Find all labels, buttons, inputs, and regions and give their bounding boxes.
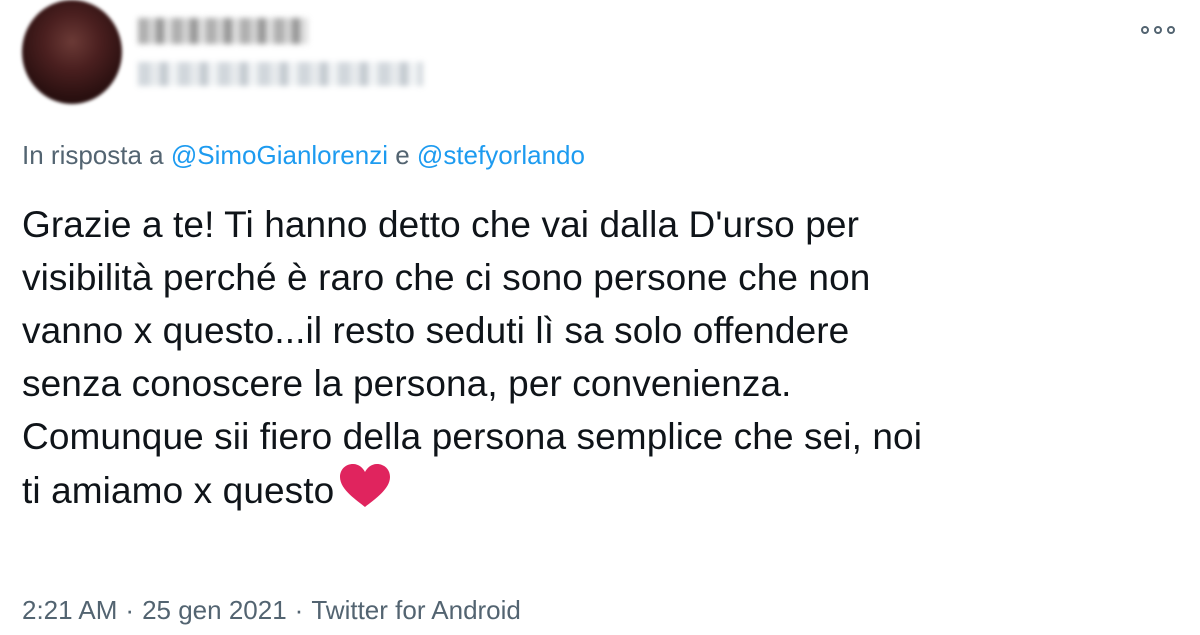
display-name-blurred[interactable] xyxy=(138,18,308,44)
tweet-time[interactable]: 2:21 AM xyxy=(22,595,117,625)
dot-icon xyxy=(1141,26,1149,34)
mention-link-2[interactable]: @stefyorlando xyxy=(417,140,585,170)
tweet-text: Grazie a te! Ti hanno detto che vai dall… xyxy=(22,198,1172,517)
reply-prefix: In risposta a xyxy=(22,140,171,170)
red-heart-icon xyxy=(340,464,391,507)
tweet-text-line: Grazie a te! Ti hanno detto che vai dall… xyxy=(22,204,860,245)
tweet-text-line: visibilità perché è raro che ci sono per… xyxy=(22,257,871,298)
reply-conjunction: e xyxy=(388,140,417,170)
meta-separator: · xyxy=(125,595,135,625)
tweet-meta: 2:21 AM · 25 gen 2021 · Twitter for Android xyxy=(22,594,521,626)
more-options-icon[interactable] xyxy=(1141,22,1175,38)
tweet-text-line: vanno x questo...il resto seduti lì sa s… xyxy=(22,310,850,351)
username-blurred[interactable] xyxy=(138,62,423,86)
dot-icon xyxy=(1154,26,1162,34)
tweet-text-line: ti amiamo x questo xyxy=(22,470,335,511)
tweet-text-line: Comunque sii fiero della persona semplic… xyxy=(22,416,923,457)
reply-context: In risposta a @SimoGianlorenzi e @stefyo… xyxy=(22,139,585,171)
avatar[interactable] xyxy=(22,0,122,104)
meta-separator: · xyxy=(294,595,304,625)
tweet-card: In risposta a @SimoGianlorenzi e @stefyo… xyxy=(0,0,1200,635)
tweet-text-last-line: ti amiamo x questo xyxy=(22,463,1172,517)
dot-icon xyxy=(1167,26,1175,34)
tweet-source[interactable]: Twitter for Android xyxy=(311,595,521,625)
tweet-text-line: senza conoscere la persona, per convenie… xyxy=(22,363,792,404)
mention-link-1[interactable]: @SimoGianlorenzi xyxy=(171,140,388,170)
tweet-date[interactable]: 25 gen 2021 xyxy=(142,595,287,625)
